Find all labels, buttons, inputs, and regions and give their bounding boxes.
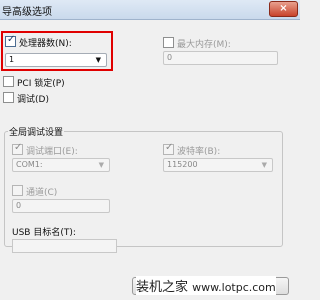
usb-target-label: USB 目标名(T): (12, 228, 76, 238)
channel-value: 0 (16, 201, 22, 210)
max-memory-label: 最大内存(M): (177, 40, 231, 50)
debug-checkbox[interactable] (3, 92, 14, 103)
baud-rate-checkbox[interactable]: ✓ (163, 142, 174, 155)
pci-lock-checkbox[interactable] (3, 76, 14, 87)
channel-checkbox[interactable] (12, 185, 23, 196)
watermark-url: www.lotpc.com (192, 281, 276, 294)
window-title: 导高级选项 (2, 7, 52, 18)
processor-select[interactable]: 1 ▼ (5, 53, 107, 67)
check-icon: ✓ (165, 142, 174, 153)
processor-label: 处理器数(N): (19, 39, 72, 49)
processor-checkbox[interactable]: ✓ (5, 34, 16, 47)
global-debug-title: 全局调试设置 (8, 125, 65, 138)
debug-port-label: 调试端口(E): (26, 147, 78, 157)
check-icon: ✓ (14, 142, 23, 153)
baud-rate-value: 115200 (167, 160, 198, 169)
chevron-down-icon: ▼ (98, 161, 104, 169)
max-memory-checkbox[interactable] (163, 37, 174, 48)
channel-label: 通道(C) (26, 188, 58, 198)
baud-rate-label: 波特率(B): (177, 147, 221, 157)
close-icon: × (279, 3, 288, 14)
channel-field[interactable]: 0 (12, 199, 110, 213)
watermark: 装机之家 www.lotpc.com (136, 276, 276, 295)
debug-port-select[interactable]: COM1: ▼ (12, 158, 110, 172)
pci-lock-label: PCI 锁定(P) (17, 79, 65, 89)
title-bar: 导高级选项 × (0, 0, 300, 20)
debug-port-checkbox[interactable]: ✓ (12, 142, 23, 155)
chevron-down-icon: ▼ (95, 56, 101, 64)
max-memory-value: 0 (167, 53, 173, 62)
max-memory-field[interactable]: 0 (163, 51, 278, 65)
watermark-text: 装机之家 (136, 280, 189, 295)
debug-label: 调试(D) (17, 95, 49, 105)
check-icon: ✓ (7, 34, 16, 45)
chevron-down-icon: ▼ (261, 161, 267, 169)
usb-target-input[interactable] (12, 239, 117, 253)
debug-port-value: COM1: (16, 160, 43, 169)
processor-value: 1 (9, 55, 15, 64)
close-button[interactable]: × (269, 1, 298, 17)
baud-rate-select[interactable]: 115200 ▼ (163, 158, 273, 172)
